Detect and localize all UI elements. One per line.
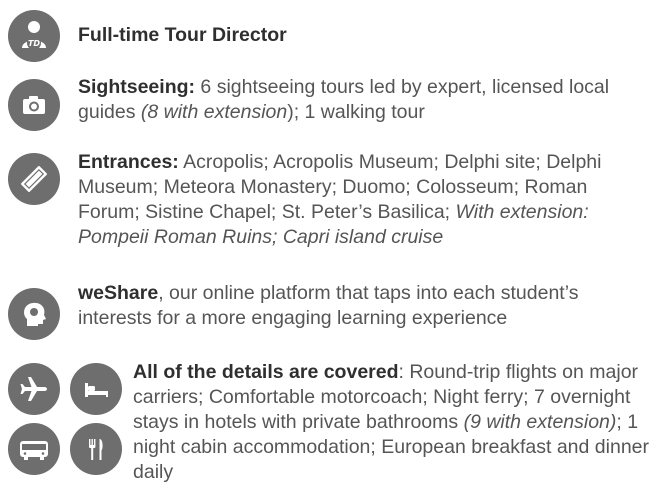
airplane-icon xyxy=(8,363,60,415)
item-weshare: weShare, our online platform that taps i… xyxy=(8,281,638,340)
bus-icon xyxy=(8,423,60,475)
hotel-bed-icon xyxy=(70,363,122,415)
dining-icon xyxy=(70,423,122,475)
sightseeing-extension: (8 with extension xyxy=(140,101,288,123)
camera-icon xyxy=(8,79,60,131)
ticket-icon xyxy=(8,153,60,205)
item-tour-director: TD Full-time Tour Director xyxy=(8,10,287,62)
tour-director-title: Full-time Tour Director xyxy=(78,24,287,46)
item-sightseeing: Sightseeing: 6 sightseeing tours led by … xyxy=(8,75,658,131)
entrances-title: Entrances: xyxy=(78,151,179,173)
sightseeing-title: Sightseeing: xyxy=(78,76,196,98)
details-extension: (9 with extension) xyxy=(463,411,617,433)
weshare-title: weShare xyxy=(78,282,159,304)
details-icon-grid xyxy=(8,363,122,475)
details-title: All of the details are covered xyxy=(133,361,399,383)
sightseeing-text-end: ); 1 walking tour xyxy=(287,101,425,123)
item-details: All of the details are covered: Round-tr… xyxy=(8,360,668,485)
svg-text:TD: TD xyxy=(28,39,40,48)
weshare-head-icon xyxy=(8,288,60,340)
item-entrances: Entrances: Acropolis; Acropolis Museum; … xyxy=(8,150,648,250)
tour-director-icon: TD xyxy=(8,10,60,62)
